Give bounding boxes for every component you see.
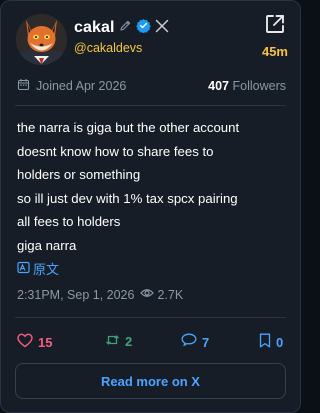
joined-label: Joined Apr 2026: [36, 79, 127, 93]
followers-number: 407: [208, 79, 230, 93]
reply-count: 7: [202, 334, 210, 350]
name-row: cakal: [74, 17, 169, 39]
profile-meta: Joined Apr 2026 407 Followers: [17, 77, 286, 95]
pencil-icon: [119, 19, 132, 37]
reply-icon: [181, 333, 197, 351]
joined-date: Joined Apr 2026: [17, 78, 126, 94]
tweet-line: holders or something: [17, 167, 141, 182]
post-stats: 2:31PM, Sep 1, 2026 2.7K: [17, 287, 183, 302]
tweet-text: the narra is giga but the other account …: [17, 116, 289, 257]
divider: [15, 105, 286, 106]
translate-icon: [17, 261, 30, 277]
verified-badge-icon: [135, 18, 151, 38]
views-count: 2.7K: [157, 287, 184, 302]
bookmark-count: 0: [276, 334, 284, 350]
divider: [15, 317, 286, 318]
tweet-card: cakal @cakaldevs 45m Joined Apr 2026 407…: [0, 0, 301, 413]
tweet-line: giga narra: [17, 237, 77, 253]
display-name[interactable]: cakal: [74, 19, 115, 37]
avatar[interactable]: [16, 14, 67, 65]
external-link-icon[interactable]: [264, 13, 286, 35]
x-logo-icon: [155, 19, 169, 38]
followers-label: Followers: [232, 79, 287, 93]
timestamp: 2:31PM, Sep 1, 2026: [17, 287, 135, 302]
tweet-line: all fees to holders: [17, 214, 121, 229]
heart-icon: [17, 333, 33, 351]
post-age: 45m: [261, 44, 288, 59]
tweet-line: the narra is giga but the other account: [17, 120, 240, 135]
calendar-icon: [17, 78, 30, 94]
followers-count[interactable]: 407 Followers: [208, 79, 286, 93]
retweet-count: 2: [125, 334, 133, 349]
read-more-button[interactable]: Read more on X: [15, 363, 286, 399]
tweet-line: so ill just dev with 1% tax spcx pairing: [17, 190, 238, 206]
like-button[interactable]: 15: [17, 333, 52, 351]
retweet-icon: [105, 333, 120, 350]
views: 2.7K: [140, 287, 183, 302]
translate-link[interactable]: 原文: [17, 259, 59, 278]
tweet-line: doesnt know how to share fees to: [17, 143, 214, 159]
bookmark-button[interactable]: 0: [259, 333, 283, 351]
handle[interactable]: @cakaldevs: [74, 41, 142, 55]
like-count: 15: [38, 334, 53, 350]
eye-icon: [140, 287, 155, 302]
translate-label: 原文: [33, 262, 60, 277]
reply-button[interactable]: 7: [181, 333, 209, 351]
bookmark-icon: [259, 333, 271, 351]
retweet-button[interactable]: 2: [105, 333, 132, 350]
